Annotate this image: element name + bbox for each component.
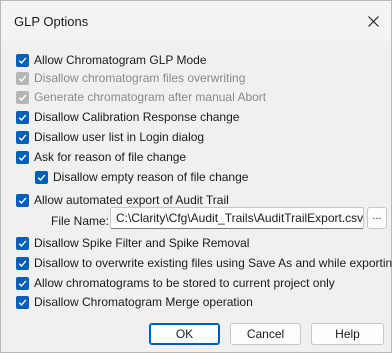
option-label: Disallow chromatogram files overwriting [34,71,246,85]
option-label: Ask for reason of file change [34,150,187,164]
option-label: Disallow Spike Filter and Spike Removal [34,236,250,250]
checkmark-icon [18,74,27,82]
option-disallow-calibration-change[interactable]: Disallow Calibration Response change [16,109,239,125]
dialog-title: GLP Options [14,14,89,29]
title-bar: GLP Options [1,1,391,41]
checkmark-icon [18,93,27,101]
option-label: Disallow empty reason of file change [53,170,249,184]
checkbox[interactable] [16,295,29,309]
checkbox[interactable] [16,90,29,104]
checkmark-icon [18,133,27,141]
checkmark-icon [37,173,46,181]
glp-options-dialog: GLP Options Allow Chromatogram GLP Mode … [0,0,392,353]
checkbox[interactable] [16,130,29,144]
file-name-label: File Name: [51,214,110,228]
option-label: Disallow Chromatogram Merge operation [34,295,253,309]
option-label: Disallow Calibration Response change [34,110,240,124]
checkmark-icon [18,113,27,121]
checkmark-icon [18,298,27,306]
cancel-button[interactable]: Cancel [230,323,301,345]
checkbox[interactable] [16,110,29,124]
checkbox[interactable] [16,53,29,67]
checkmark-icon [18,279,27,287]
close-icon [367,15,379,27]
checkmark-icon [18,153,27,161]
option-label: Disallow user list in Login dialog [34,130,205,144]
checkbox[interactable] [16,256,29,270]
checkbox[interactable] [16,236,29,250]
option-disallow-spike-filter[interactable]: Disallow Spike Filter and Spike Removal [16,235,249,251]
checkmark-icon [18,196,27,204]
option-disallow-merge[interactable]: Disallow Chromatogram Merge operation [16,294,253,310]
option-label: Generate chromatogram after manual Abort [34,90,267,104]
checkmark-icon [18,259,27,267]
checkbox[interactable] [35,170,48,184]
option-disallow-overwriting[interactable]: Disallow chromatogram files overwriting [16,70,245,86]
checkbox[interactable] [16,71,29,85]
file-name-input[interactable]: C:\Clarity\Cfg\Audit_Trails\AuditTrailEx… [110,207,364,229]
checkbox[interactable] [16,193,29,207]
option-allow-audit-export[interactable]: Allow automated export of Audit Trail [16,192,229,208]
ok-button[interactable]: OK [149,323,220,345]
checkmark-icon [18,56,27,64]
help-button[interactable]: Help [311,323,384,345]
option-label: Allow Chromatogram GLP Mode [34,53,207,67]
option-disallow-user-list[interactable]: Disallow user list in Login dialog [16,129,204,145]
option-disallow-overwrite-save-as[interactable]: Disallow to overwrite existing files usi… [16,255,392,271]
option-current-project-only[interactable]: Allow chromatograms to be stored to curr… [16,275,335,291]
checkbox[interactable] [16,276,29,290]
checkbox[interactable] [16,150,29,164]
browse-button[interactable]: ... [367,207,387,229]
checkmark-icon [18,239,27,247]
option-ask-reason[interactable]: Ask for reason of file change [16,149,186,165]
option-label: Disallow to overwrite existing files usi… [34,256,392,270]
close-button[interactable] [355,1,391,41]
option-allow-glp-mode[interactable]: Allow Chromatogram GLP Mode [16,52,207,68]
option-label: Allow chromatograms to be stored to curr… [34,276,335,290]
option-generate-after-abort[interactable]: Generate chromatogram after manual Abort [16,89,266,105]
option-disallow-empty-reason[interactable]: Disallow empty reason of file change [35,169,248,185]
option-label: Allow automated export of Audit Trail [34,193,229,207]
